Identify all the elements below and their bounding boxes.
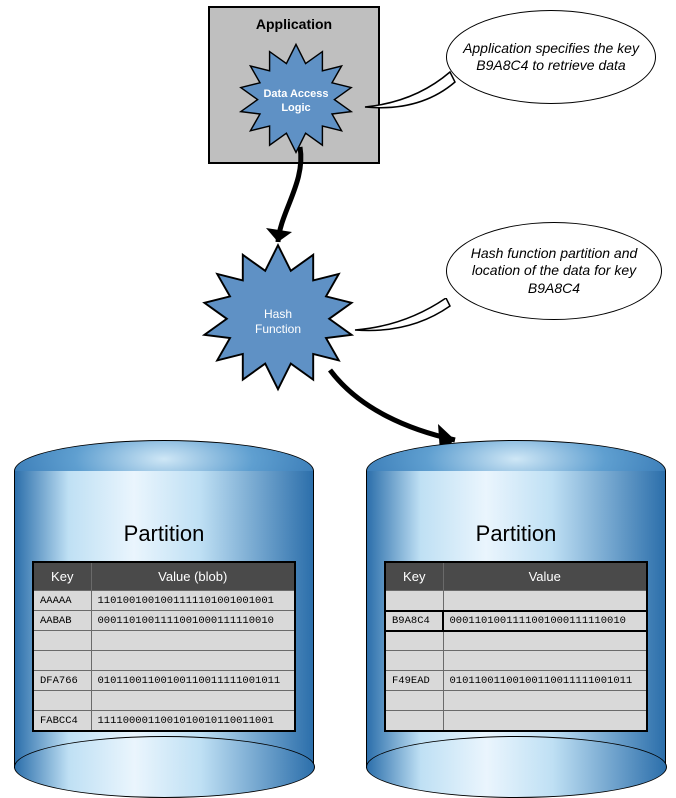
partition-left-rows: AAAAA1101001001001111101001001001AABAB00… [33,591,295,732]
hash-function-starburst: Hash Function [198,242,358,402]
cell-key [385,631,443,651]
table-row [385,651,647,671]
cell-key [385,591,443,611]
cylinder-body: Partition Key Value B9A8C400011010011110… [366,471,666,768]
cell-value: 01011001100100110011111001011 [443,671,647,691]
cell-key [385,711,443,731]
cell-key: B9A8C4 [385,611,443,631]
cell-key [33,631,91,651]
application-bubble-text: Application specifies the key B9A8C4 to … [463,40,639,75]
col-value: Value (blob) [91,562,295,591]
cell-key: AABAB [33,611,91,631]
cell-key [385,691,443,711]
hash-function-label: Hash Function [255,307,301,337]
table-row [385,691,647,711]
application-box: Application Data Access Logic [208,6,380,164]
table-row [385,591,647,611]
hash-speech-bubble: Hash function partition and location of … [446,222,662,320]
partition-table-right: Key Value B9A8C4000110100111100100011111… [384,561,648,732]
cell-value: 1111000011001010010110011001 [91,711,295,732]
cell-key: DFA766 [33,671,91,691]
cell-value: 01011001100100110011111001011 [91,671,295,691]
cell-key [33,691,91,711]
cell-value [443,711,647,731]
application-speech-bubble: Application specifies the key B9A8C4 to … [446,10,656,104]
col-value: Value [443,562,647,591]
cell-key: FABCC4 [33,711,91,732]
application-title: Application [210,16,378,32]
cell-value [443,651,647,671]
table-row: B9A8C40001101001111001000111110010 [385,611,647,631]
cell-value [443,591,647,611]
table-row: FABCC41111000011001010010110011001 [33,711,295,732]
table-row [33,691,295,711]
data-access-logic-label: Data Access Logic [263,88,328,116]
col-key: Key [385,562,443,591]
cell-value [91,651,295,671]
cylinder-body: Partition Key Value (blob) AAAAA11010010… [14,471,314,768]
table-row: F49EAD01011001100100110011111001011 [385,671,647,691]
cell-value [91,691,295,711]
hash-bubble-text: Hash function partition and location of … [463,245,645,298]
col-key: Key [33,562,91,591]
cell-key: F49EAD [385,671,443,691]
table-row [385,711,647,731]
data-access-logic-starburst: Data Access Logic [236,42,356,162]
table-row [33,651,295,671]
table-row: DFA76601011001100100110011111001011 [33,671,295,691]
cell-value: 1101001001001111101001001001 [91,591,295,611]
table-row [33,631,295,651]
partition-table-left: Key Value (blob) AAAAA110100100100111110… [32,561,296,732]
cell-value: 0001101001111001000111110010 [443,611,647,631]
partition-cylinder-right: Partition Key Value B9A8C400011010011110… [366,440,666,768]
cell-key: AAAAA [33,591,91,611]
cell-value: 0001101001111001000111110010 [91,611,295,631]
cell-key [33,651,91,671]
cell-value [443,691,647,711]
table-row: AABAB0001101001111001000111110010 [33,611,295,631]
cell-value [91,631,295,651]
cell-key [385,651,443,671]
partition-cylinder-left: Partition Key Value (blob) AAAAA11010010… [14,440,314,768]
bubble-tail-2 [350,298,460,346]
partition-right-rows: B9A8C40001101001111001000111110010 F49EAD… [385,591,647,731]
partition-title: Partition [367,521,665,547]
table-row [385,631,647,651]
cell-value [443,631,647,651]
table-row: AAAAA1101001001001111101001001001 [33,591,295,611]
partition-title: Partition [15,521,313,547]
